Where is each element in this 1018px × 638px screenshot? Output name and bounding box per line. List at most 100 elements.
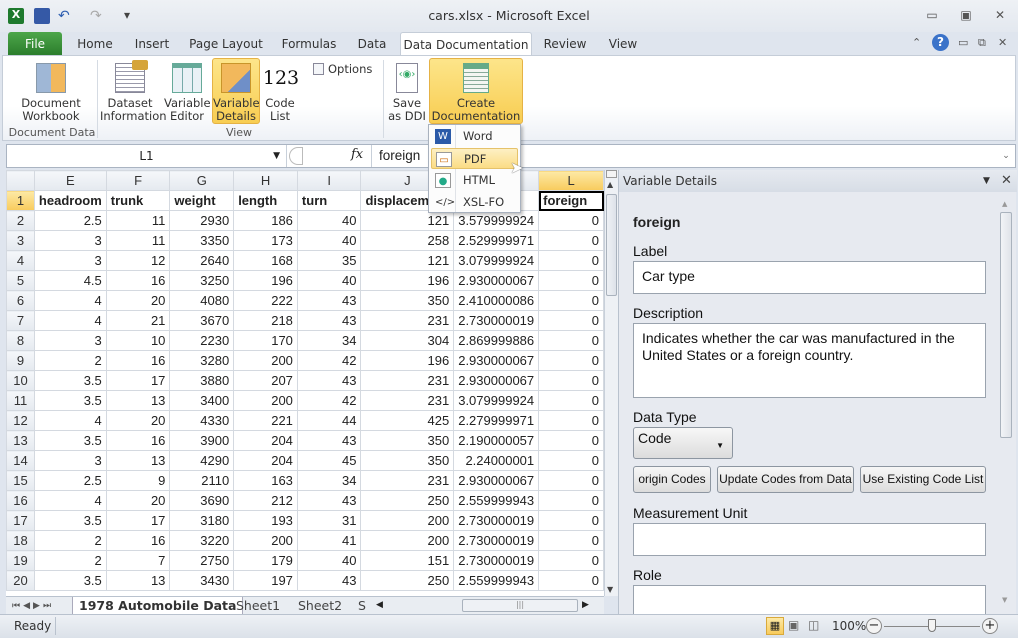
cell[interactable]: 2.410000086 — [453, 290, 540, 311]
cell[interactable]: 186 — [233, 210, 298, 231]
cell[interactable]: 200 — [233, 350, 298, 371]
cell[interactable]: 212 — [233, 490, 298, 511]
cell[interactable]: 3400 — [169, 390, 235, 411]
cell[interactable]: 231 — [360, 470, 455, 491]
cell[interactable]: 3 — [33, 450, 107, 471]
variable-editor-button[interactable]: Variable Editor — [163, 58, 211, 124]
cell[interactable]: 2.730000019 — [453, 550, 540, 571]
cell[interactable]: 4080 — [169, 290, 235, 311]
row-header[interactable]: 13 — [6, 430, 35, 451]
cell[interactable]: 43 — [296, 370, 362, 391]
cell[interactable]: 2.190000057 — [453, 430, 540, 451]
cell[interactable]: 0 — [538, 290, 604, 311]
scroll-down-icon[interactable]: ▼ — [1002, 596, 1007, 604]
column-header[interactable]: I — [296, 170, 362, 191]
split-handle[interactable] — [606, 170, 617, 178]
cell[interactable]: 0 — [538, 390, 604, 411]
cell[interactable]: 173 — [233, 230, 298, 251]
row-header[interactable]: 2 — [6, 210, 35, 231]
cell[interactable]: 196 — [233, 270, 298, 291]
cell[interactable]: 3670 — [169, 310, 235, 331]
cell[interactable]: 3250 — [169, 270, 235, 291]
cell[interactable]: 12 — [105, 250, 171, 271]
cell[interactable]: 4 — [33, 490, 107, 511]
cell[interactable]: 0 — [538, 270, 604, 291]
pane-vertical-scrollbar[interactable]: ▲ ▼ — [999, 200, 1013, 604]
row-header[interactable]: 5 — [6, 270, 35, 291]
tab-page-layout[interactable]: Page Layout — [186, 32, 266, 56]
workbook-close-icon[interactable]: ✕ — [998, 36, 1007, 49]
scroll-up-icon[interactable]: ▲ — [1002, 200, 1007, 208]
cell[interactable]: 3.5 — [33, 370, 107, 391]
tab-view[interactable]: View — [600, 32, 646, 56]
hscroll-left-icon[interactable]: ◀ — [376, 600, 383, 610]
create-documentation-button[interactable]: Create Documentation ▾ — [429, 58, 523, 136]
cell[interactable]: 3.5 — [33, 390, 107, 411]
cell[interactable]: 2.559999943 — [453, 490, 540, 511]
tab-data[interactable]: Data — [352, 32, 392, 56]
cell[interactable]: 2.5 — [33, 470, 107, 491]
cell[interactable]: headroom — [33, 190, 107, 211]
zoom-slider-thumb[interactable] — [928, 619, 936, 632]
cell[interactable]: 350 — [360, 450, 455, 471]
restore-icon[interactable]: ▣ — [954, 8, 978, 24]
data-type-select[interactable]: Code ▼ — [633, 427, 733, 459]
cell[interactable]: 0 — [538, 450, 604, 471]
cell[interactable]: 0 — [538, 230, 604, 251]
sheet-tab[interactable]: Sheet2 — [292, 597, 348, 615]
row-header[interactable]: 15 — [6, 470, 35, 491]
cell[interactable]: 3.5 — [33, 510, 107, 531]
cell[interactable]: 0 — [538, 510, 604, 531]
row-header[interactable]: 8 — [6, 330, 35, 351]
row-header[interactable]: 11 — [6, 390, 35, 411]
cell[interactable]: 2230 — [169, 330, 235, 351]
variable-details-button[interactable]: Variable Details — [212, 58, 260, 124]
cell[interactable]: 204 — [233, 430, 298, 451]
minimize-icon[interactable]: ▭ — [920, 8, 944, 24]
normal-view-icon[interactable]: ▦ — [766, 617, 784, 635]
cell[interactable]: 43 — [296, 310, 362, 331]
select-all-corner[interactable] — [6, 170, 35, 191]
cell[interactable]: 2.930000067 — [453, 350, 540, 371]
cell[interactable]: 42 — [296, 350, 362, 371]
cell[interactable]: 200 — [360, 510, 455, 531]
column-header[interactable]: F — [105, 170, 171, 191]
cell[interactable]: 43 — [296, 570, 362, 591]
cell[interactable]: 3.579999924 — [453, 210, 540, 231]
cell[interactable]: 9 — [105, 470, 171, 491]
cell[interactable]: 250 — [360, 570, 455, 591]
column-header[interactable]: H — [233, 170, 298, 191]
cell[interactable]: 231 — [360, 310, 455, 331]
tab-file[interactable]: File — [8, 32, 62, 56]
row-header[interactable]: 18 — [6, 530, 35, 551]
cell[interactable]: 2930 — [169, 210, 235, 231]
menu-item-pdf[interactable]: ▭ PDF — [431, 148, 518, 169]
hscroll-thumb[interactable]: ||| — [462, 599, 578, 612]
cell[interactable]: 2.529999971 — [453, 230, 540, 251]
cell[interactable]: 11 — [105, 230, 171, 251]
cell[interactable]: 11 — [105, 210, 171, 231]
row-header[interactable]: 9 — [6, 350, 35, 371]
zoom-out-icon[interactable]: − — [866, 618, 882, 634]
scroll-up-icon[interactable]: ▲ — [607, 180, 613, 189]
cell[interactable]: 3.5 — [33, 430, 107, 451]
cell[interactable]: 2.730000019 — [453, 310, 540, 331]
role-input[interactable] — [633, 585, 986, 614]
cell[interactable]: 196 — [360, 350, 455, 371]
cell[interactable]: 204 — [233, 450, 298, 471]
cell[interactable]: 222 — [233, 290, 298, 311]
description-textarea[interactable]: Indicates whether the car was manufactur… — [633, 323, 986, 398]
cell[interactable]: 41 — [296, 530, 362, 551]
cell[interactable]: 16 — [105, 430, 171, 451]
close-icon[interactable]: ✕ — [988, 8, 1012, 24]
cell[interactable]: 40 — [296, 550, 362, 571]
use-existing-code-list-button[interactable]: Use Existing Code List — [860, 466, 986, 493]
cell[interactable]: 2110 — [169, 470, 235, 491]
cell[interactable]: 0 — [538, 370, 604, 391]
sheet-tab[interactable]: S — [352, 597, 374, 615]
cell[interactable]: 3.5 — [33, 570, 107, 591]
column-header[interactable]: L — [538, 170, 604, 191]
label-input[interactable]: Car type — [633, 261, 986, 294]
save-as-ddi-button[interactable]: ‹◉› Save as DDI — [387, 58, 427, 124]
cell[interactable]: 2.24000001 — [453, 450, 540, 471]
